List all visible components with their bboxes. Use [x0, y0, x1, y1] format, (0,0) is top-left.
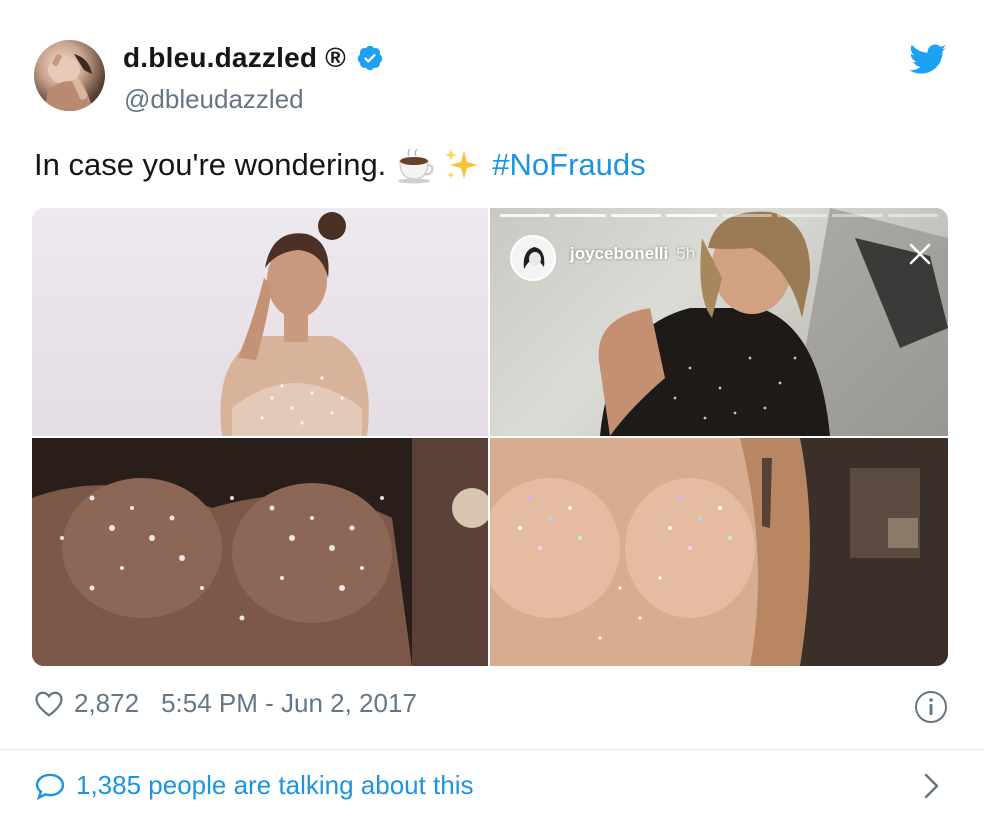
hashtag-link[interactable]: #NoFrauds: [492, 147, 645, 183]
tweet-text: In case you're wondering. #NoFrauds: [34, 145, 646, 185]
media-grid[interactable]: joycebonelli 5h: [32, 208, 948, 666]
story-time: 5h: [676, 244, 696, 263]
info-icon[interactable]: [914, 690, 948, 724]
media-photo-3[interactable]: [32, 438, 488, 666]
close-icon: [909, 243, 931, 265]
tweet-body: In case you're wondering.: [34, 147, 387, 182]
avatar[interactable]: [34, 40, 105, 111]
comment-bubble-icon: [35, 773, 65, 800]
author-name-row[interactable]: d.bleu.dazzled ®: [123, 42, 384, 74]
story-progress-bars: [500, 214, 938, 217]
tweet-timestamp[interactable]: 5:54 PM - Jun 2, 2017: [161, 688, 417, 719]
avatar-image: [44, 54, 94, 111]
story-avatar: [510, 235, 556, 281]
conversation-text[interactable]: 1,385 people are talking about this: [76, 770, 474, 801]
media-photo-4[interactable]: [490, 438, 948, 666]
display-name[interactable]: d.bleu.dazzled ®: [123, 42, 346, 74]
conversation-link[interactable]: 1,385 people are talking about this: [34, 770, 474, 801]
verified-badge-icon: [357, 45, 383, 71]
sparkles-emoji: [442, 145, 482, 185]
twitter-bird-icon[interactable]: [909, 44, 947, 76]
media-photo-2[interactable]: joycebonelli 5h: [490, 208, 948, 436]
tweet-meta-row: 2,872 5:54 PM - Jun 2, 2017: [34, 688, 417, 719]
divider: [0, 749, 984, 750]
hot-beverage-emoji: [394, 145, 434, 185]
author-handle[interactable]: @dbleudazzled: [124, 84, 304, 115]
story-username: joycebonelli 5h: [570, 244, 696, 263]
heart-icon[interactable]: [34, 690, 64, 718]
like-count[interactable]: 2,872: [74, 688, 139, 719]
media-photo-1[interactable]: [32, 208, 488, 436]
chevron-right-icon[interactable]: [920, 771, 942, 801]
